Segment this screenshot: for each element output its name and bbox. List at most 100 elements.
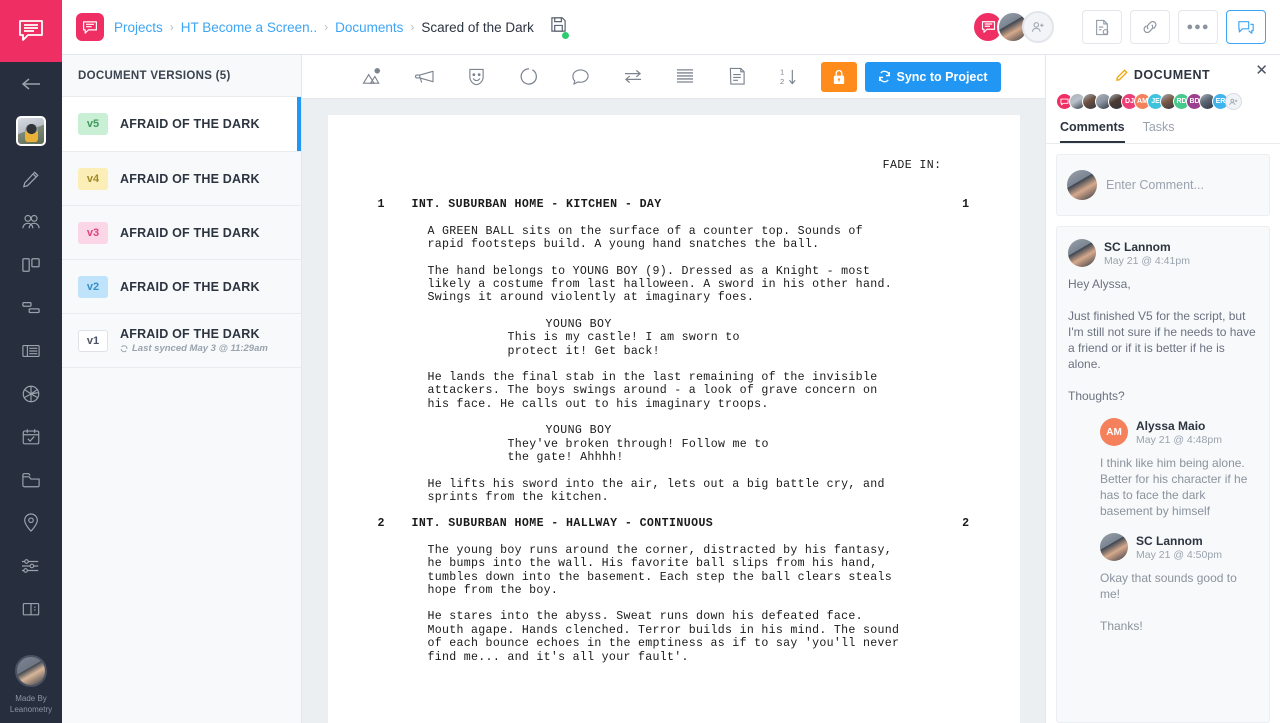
location-pin-icon[interactable] [0, 501, 62, 544]
document-area: 12 Sync to Project FADE IN: 1INT. SUBURB… [302, 55, 1045, 723]
scene-number-left: 1 [378, 198, 412, 211]
comment-author: SC Lannom [1136, 534, 1222, 548]
left-nav-rail: Made By Leanometry [0, 0, 62, 723]
sort-numeric-icon[interactable]: 12 [763, 55, 815, 99]
comment-timestamp: May 21 @ 4:41pm [1104, 255, 1190, 267]
close-icon[interactable]: ✕ [1255, 63, 1268, 78]
tab-comments[interactable]: Comments [1060, 120, 1125, 143]
studiobinder-speech-logo-icon [17, 18, 45, 44]
action-block[interactable]: He lifts his sword into the air, lets ou… [428, 478, 970, 505]
sync-refresh-icon [120, 345, 128, 353]
breadcrumb-projects[interactable]: Projects [114, 20, 163, 35]
action-block[interactable]: The hand belongs to YOUNG BOY (9). Dress… [428, 265, 970, 305]
book-info-icon[interactable] [0, 587, 62, 630]
people-icon[interactable] [0, 200, 62, 243]
version-tag: v2 [78, 276, 108, 298]
breadcrumb-documents[interactable]: Documents [335, 20, 403, 35]
breadcrumb-separator: › [170, 20, 174, 34]
add-collaborator-button[interactable] [1022, 11, 1054, 43]
rail-icon-list [0, 62, 62, 630]
user-avatar[interactable] [15, 655, 47, 687]
scene-number-right: 2 [946, 517, 970, 530]
project-thumbnail[interactable] [0, 105, 62, 157]
breadcrumb: Projects › HT Become a Screen.. › Docume… [114, 20, 534, 35]
padlock-icon [832, 69, 846, 85]
theater-mask-icon[interactable] [451, 55, 503, 99]
breadcrumb-current: Scared of the Dark [421, 20, 534, 35]
breadcrumb-separator: › [324, 20, 328, 34]
comments-toggle-button[interactable] [1226, 10, 1266, 44]
avatar[interactable] [1068, 239, 1096, 267]
app-logo[interactable] [0, 0, 62, 62]
lock-button[interactable] [821, 62, 857, 92]
kanban-board-icon[interactable] [0, 243, 62, 286]
calendar-check-icon[interactable] [0, 415, 62, 458]
comment-timestamp: May 21 @ 4:50pm [1136, 549, 1222, 561]
version-tag: v3 [78, 222, 108, 244]
page-report-icon[interactable] [711, 55, 763, 99]
timeline-icon[interactable] [0, 286, 62, 329]
versions-header: DOCUMENT VERSIONS (5) [62, 55, 301, 97]
version-row[interactable]: v5AFRAID OF THE DARK [62, 97, 301, 152]
comment-root: SC LannomMay 21 @ 4:41pm Hey Alyssa, Just… [1068, 239, 1258, 404]
comment-body: Hey Alyssa, Just finished V5 for the scr… [1068, 276, 1258, 404]
avatar[interactable] [1100, 533, 1128, 561]
avatar[interactable]: AM [1100, 418, 1128, 446]
dialogue-text[interactable]: This is my castle! I am sworn to protect… [508, 331, 970, 358]
sync-to-project-button[interactable]: Sync to Project [865, 62, 1001, 92]
comment-compose-box[interactable] [1056, 154, 1270, 216]
scene-heading[interactable]: 1INT. SUBURBAN HOME - KITCHEN - DAY1 [378, 198, 970, 211]
comment-author: SC Lannom [1104, 240, 1190, 254]
export-pdf-button[interactable] [1082, 10, 1122, 44]
document-scroll[interactable]: FADE IN: 1INT. SUBURBAN HOME - KITCHEN -… [302, 99, 1045, 723]
tab-tasks[interactable]: Tasks [1143, 120, 1175, 143]
comment-timestamp: May 21 @ 4:48pm [1136, 434, 1222, 446]
character-name[interactable]: YOUNG BOY [546, 424, 970, 437]
more-options-button[interactable]: ●●● [1178, 10, 1218, 44]
comment-thread: SC LannomMay 21 @ 4:41pmHey Alyssa, Just… [1056, 226, 1270, 723]
character-name[interactable]: YOUNG BOY [546, 318, 970, 331]
shutter-icon[interactable] [0, 372, 62, 415]
add-participant-button[interactable] [1225, 93, 1242, 110]
folder-icon[interactable] [0, 458, 62, 501]
sync-button-label: Sync to Project [897, 70, 988, 84]
scene-mountains-icon[interactable] [347, 55, 399, 99]
share-link-button[interactable] [1130, 10, 1170, 44]
comment-input[interactable] [1106, 178, 1259, 192]
comment-reply: AMAlyssa MaioMay 21 @ 4:48pmI think like… [1100, 418, 1258, 519]
version-row[interactable]: v1AFRAID OF THE DARKLast synced May 3 @ … [62, 314, 301, 368]
megaphone-icon[interactable] [399, 55, 451, 99]
list-rows-icon[interactable] [0, 329, 62, 372]
align-lines-icon[interactable] [659, 55, 711, 99]
scene-heading-text: INT. SUBURBAN HOME - HALLWAY - CONTINUOU… [412, 517, 946, 530]
scene-heading[interactable]: 2INT. SUBURBAN HOME - HALLWAY - CONTINUO… [378, 517, 970, 530]
action-block[interactable]: He lands the final stab in the last rema… [428, 371, 970, 411]
version-row[interactable]: v2AFRAID OF THE DARK [62, 260, 301, 314]
breadcrumb-project[interactable]: HT Become a Screen.. [181, 20, 317, 35]
rail-footer: Made By Leanometry [0, 655, 62, 715]
version-row[interactable]: v3AFRAID OF THE DARK [62, 206, 301, 260]
version-tag: v4 [78, 168, 108, 190]
scene-number-left: 2 [378, 517, 412, 530]
body-area: DOCUMENT VERSIONS (5) v5AFRAID OF THE DA… [62, 55, 1280, 723]
speech-bubble-icon[interactable] [555, 55, 607, 99]
comment-body: I think like him being alone. Better for… [1100, 455, 1258, 519]
dialogue-text[interactable]: They've broken through! Follow me to the… [508, 438, 970, 465]
action-block[interactable]: The young boy runs around the corner, di… [428, 544, 970, 598]
action-block[interactable]: A GREEN BALL sits on the surface of a co… [428, 225, 970, 252]
svg-text:2: 2 [779, 77, 783, 86]
action-block[interactable]: He stares into the abyss. Sweat runs dow… [428, 610, 970, 664]
sliders-icon[interactable] [0, 544, 62, 587]
swap-arrows-icon[interactable] [607, 55, 659, 99]
version-name: AFRAID OF THE DARK [120, 117, 260, 131]
back-arrow-icon[interactable] [0, 62, 62, 105]
version-row[interactable]: v4AFRAID OF THE DARK [62, 152, 301, 206]
pencil-icon[interactable] [0, 157, 62, 200]
document-toolbar: 12 Sync to Project [302, 55, 1045, 99]
svg-text:1: 1 [779, 68, 783, 77]
version-tag: v1 [78, 330, 108, 352]
floppy-save-icon[interactable] [550, 16, 567, 38]
script-page: FADE IN: 1INT. SUBURBAN HOME - KITCHEN -… [328, 115, 1020, 723]
circle-dashed-icon[interactable] [503, 55, 555, 99]
made-by-label: Made By Leanometry [10, 693, 52, 715]
